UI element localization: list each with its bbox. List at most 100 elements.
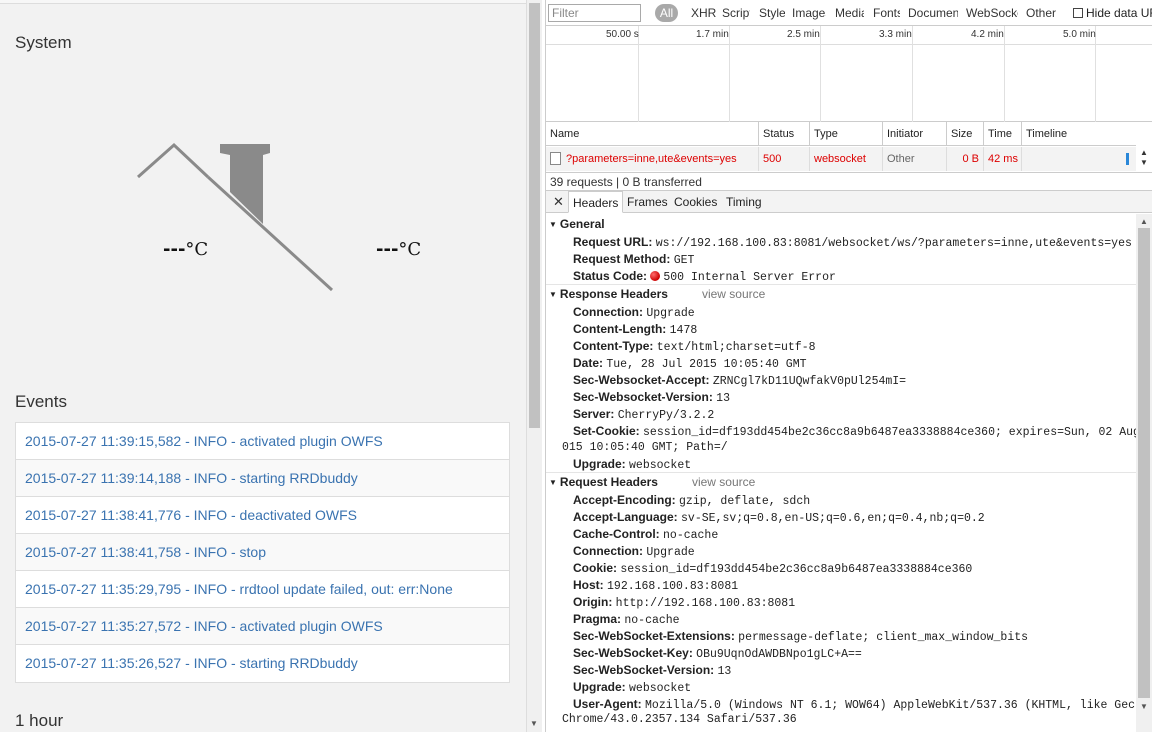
- event-item[interactable]: 2015-07-27 11:35:27,572 - INFO - activat…: [16, 608, 509, 645]
- filter-type-xhr[interactable]: XHR: [691, 6, 717, 20]
- tick-label: 1.7 min: [696, 29, 729, 40]
- app-pane: System ---°C ---°C Events 2015-07-27 11:…: [0, 0, 526, 732]
- header-continuation: 015 10:05:40 GMT; Path=/: [562, 441, 728, 454]
- view-source-link[interactable]: view source: [702, 287, 765, 301]
- header-row: Accept-Language: sv-SE,sv;q=0.8,en-US;q=…: [573, 510, 985, 525]
- header-row: Pragma: no-cache: [573, 612, 680, 627]
- col-type[interactable]: Type: [810, 122, 883, 146]
- filter-type-other[interactable]: Other: [1026, 6, 1056, 20]
- header-row: Accept-Encoding: gzip, deflate, sdch: [573, 493, 811, 508]
- status-summary: 39 requests | 0 B transferred: [546, 172, 1152, 191]
- col-initiator[interactable]: Initiator: [883, 122, 947, 146]
- row-status: 500: [759, 147, 810, 171]
- timeline-bar: [1126, 153, 1129, 165]
- filter-type-images[interactable]: Images: [792, 6, 826, 20]
- table-row[interactable]: ?parameters=inne,ute&events=yes 500 webs…: [546, 147, 1136, 171]
- header-row: Origin: http://192.168.100.83:8081: [573, 595, 796, 610]
- filter-bar: All XHR Scripts Stylesheets Images Media…: [546, 0, 1152, 26]
- row-name[interactable]: ?parameters=inne,ute&events=yes: [546, 147, 759, 171]
- events-list: 2015-07-27 11:39:15,582 - INFO - activat…: [15, 422, 510, 683]
- detail-tabs: ✕ Headers Frames Cookies Timing: [546, 191, 1152, 213]
- section-request-headers[interactable]: ▼ Request Headers view source: [549, 475, 755, 489]
- event-item[interactable]: 2015-07-27 11:35:29,795 - INFO - rrdtool…: [16, 571, 509, 608]
- header-row: Request Method: GET: [573, 252, 695, 267]
- scroll-down-arrow-icon[interactable]: ▼: [1140, 702, 1148, 711]
- row-time: 42 ms: [984, 147, 1022, 171]
- triangle-down-icon[interactable]: ▼: [549, 290, 557, 299]
- filter-type-websockets[interactable]: WebSockets: [966, 6, 1018, 20]
- top-divider: [0, 0, 526, 4]
- roof-right-line: [206, 175, 334, 292]
- event-item[interactable]: 2015-07-27 11:39:15,582 - INFO - activat…: [16, 423, 509, 460]
- tab-cookies[interactable]: Cookies: [670, 191, 721, 213]
- event-item[interactable]: 2015-07-27 11:38:41,776 - INFO - deactiv…: [16, 497, 509, 534]
- details-scrollbar-thumb[interactable]: [1138, 228, 1150, 698]
- header-row: Set-Cookie: session_id=df193dd454be2c36c…: [573, 424, 1136, 439]
- row-size: 0 B: [947, 147, 984, 171]
- triangle-down-icon[interactable]: ▼: [549, 478, 557, 487]
- header-continuation: Chrome/43.0.2357.134 Safari/537.36: [562, 713, 797, 726]
- header-row: Sec-WebSocket-Key: OBu9UqnOdAWDBNpo1gLC+…: [573, 646, 862, 661]
- header-row: Sec-Websocket-Accept: ZRNCgl7kD11UQwfakV…: [573, 373, 907, 388]
- header-row: Cache-Control: no-cache: [573, 527, 719, 542]
- tab-headers[interactable]: Headers: [568, 191, 624, 213]
- section-general[interactable]: ▼ General: [549, 217, 605, 231]
- event-item[interactable]: 2015-07-27 11:35:26,527 - INFO - startin…: [16, 645, 509, 682]
- close-icon[interactable]: ✕: [553, 194, 564, 210]
- col-name[interactable]: Name: [546, 122, 759, 146]
- tick-label: 3.3 min: [879, 29, 912, 40]
- filter-type-media[interactable]: Media: [835, 6, 864, 20]
- network-grid-header: Name Status Type Initiator Size Time Tim…: [546, 122, 1136, 146]
- col-status[interactable]: Status: [759, 122, 810, 146]
- filter-input[interactable]: [548, 4, 641, 22]
- event-item[interactable]: 2015-07-27 11:39:14,188 - INFO - startin…: [16, 460, 509, 497]
- scroll-up-arrow-icon[interactable]: ▲: [1140, 148, 1148, 157]
- left-scrollbar-thumb[interactable]: [529, 3, 540, 428]
- left-scrollbar[interactable]: ▼: [526, 0, 542, 732]
- col-time[interactable]: Time: [984, 122, 1022, 146]
- events-title: Events: [15, 392, 67, 411]
- event-item[interactable]: 2015-07-27 11:38:41,758 - INFO - stop: [16, 534, 509, 571]
- roof-left-line: [137, 142, 210, 179]
- tab-frames[interactable]: Frames: [623, 191, 672, 213]
- hide-data-urls-checkbox[interactable]: Hide data URLs: [1073, 6, 1152, 20]
- row-type: websocket: [810, 147, 883, 171]
- header-row: Host: 192.168.100.83:8081: [573, 578, 739, 593]
- header-row: Connection: Upgrade: [573, 544, 695, 559]
- tick-label: 50.00 s: [606, 29, 639, 40]
- filter-type-fonts[interactable]: Fonts: [873, 6, 900, 20]
- scroll-down-arrow-icon[interactable]: ▼: [530, 719, 538, 728]
- section-response-headers[interactable]: ▼ Response Headers view source: [549, 287, 765, 301]
- grid-scrollbar[interactable]: ▲ ▼: [1136, 146, 1152, 170]
- header-row: Sec-WebSocket-Version: 13: [573, 663, 732, 678]
- view-source-link[interactable]: view source: [692, 475, 755, 489]
- header-row: Cookie: session_id=df193dd454be2c36cc8a9…: [573, 561, 973, 576]
- scroll-up-arrow-icon[interactable]: ▲: [1140, 217, 1148, 226]
- triangle-down-icon[interactable]: ▼: [549, 220, 557, 229]
- devtools-network-panel: All XHR Scripts Stylesheets Images Media…: [546, 0, 1152, 732]
- col-timeline[interactable]: Timeline: [1022, 122, 1136, 146]
- system-title: System: [15, 33, 72, 52]
- headers-view: ▼ General Request URL: ws://192.168.100.8…: [546, 214, 1136, 732]
- tick-label: 5.0 min: [1063, 29, 1096, 40]
- header-row: Content-Length: 1478: [573, 322, 698, 337]
- header-row: Sec-WebSocket-Extensions: permessage-def…: [573, 629, 1029, 644]
- tick-label: 4.2 min: [971, 29, 1004, 40]
- tab-timing[interactable]: Timing: [722, 191, 766, 213]
- filter-type-all[interactable]: All: [655, 4, 678, 22]
- header-row: Sec-Websocket-Version: 13: [573, 390, 730, 405]
- hour-title: 1 hour: [15, 711, 64, 730]
- filter-type-documents[interactable]: Documents: [908, 6, 958, 20]
- filter-type-stylesheets[interactable]: Stylesheets: [759, 6, 785, 20]
- row-timeline: [1022, 147, 1136, 171]
- header-row: User-Agent: Mozilla/5.0 (Windows NT 6.1;…: [573, 697, 1136, 712]
- timeline-overview[interactable]: 50.00 s 1.7 min 2.5 min 3.3 min 4.2 min …: [546, 26, 1152, 122]
- tick-label: 2.5 min: [787, 29, 820, 40]
- details-scrollbar[interactable]: ▲ ▼: [1136, 214, 1152, 732]
- col-size[interactable]: Size: [947, 122, 984, 146]
- filter-type-scripts[interactable]: Scripts: [722, 6, 750, 20]
- inside-temperature: ---°C: [163, 239, 209, 260]
- header-row: Date: Tue, 28 Jul 2015 10:05:40 GMT: [573, 356, 807, 371]
- header-row: Upgrade: websocket: [573, 457, 692, 472]
- scroll-down-arrow-icon[interactable]: ▼: [1140, 158, 1148, 167]
